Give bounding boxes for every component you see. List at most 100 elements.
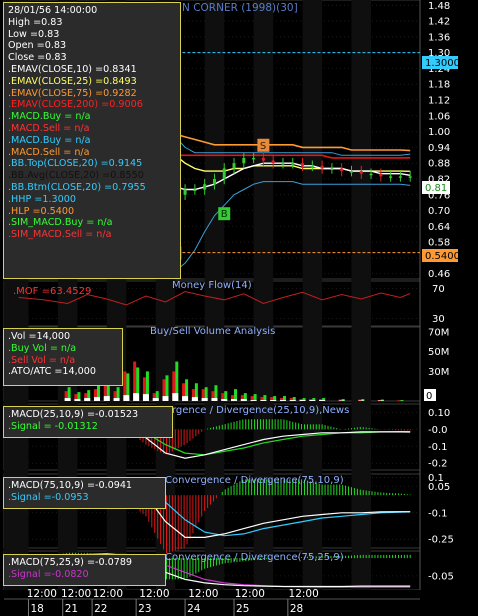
price-tick-9: 0.94 bbox=[428, 143, 450, 154]
x-time-label-6: 12:00 bbox=[289, 588, 319, 600]
candle-body-31 bbox=[379, 173, 383, 177]
macd1-info-box: .MACD(25,10,9) =-0.01523 .Signal = -0.013… bbox=[3, 406, 173, 438]
ato-volume-bar-10 bbox=[162, 396, 169, 401]
macd3-info-line-0: .MACD(75,25,9) =-0.0789 bbox=[8, 557, 133, 568]
macd3-tick-3: -0.2 bbox=[428, 459, 448, 470]
price-info-line-3: Open =0.83 bbox=[8, 40, 67, 52]
candle-body-25 bbox=[320, 165, 324, 169]
price-info-line-1: High =0.83 bbox=[8, 16, 63, 28]
candle-body-32 bbox=[389, 176, 393, 178]
price-tick-2: 1.36 bbox=[428, 32, 450, 43]
candle-body-15 bbox=[222, 168, 226, 179]
ato-volume-bar-19 bbox=[250, 400, 257, 401]
macd4-tick-3: -0.25 bbox=[428, 535, 454, 546]
price-info-line-8: .EMAV(CLOSE,200) =0.9006 bbox=[8, 99, 143, 111]
macd3-info-line-1: .Signal =-0.0820 bbox=[8, 568, 89, 580]
hlp-badge-label: 0.5400 bbox=[425, 251, 460, 262]
price-tick-1: 1.42 bbox=[428, 17, 450, 28]
price-info-line-11: .MACD.Buy = n/a bbox=[8, 134, 91, 146]
macd5-tick-0: -0.05 bbox=[428, 571, 454, 582]
price-tick-5: 1.18 bbox=[428, 80, 450, 91]
signal-label-4: S bbox=[260, 141, 266, 152]
volume-info-line-2: .Sell Vol = n/a bbox=[8, 354, 76, 366]
last-price-badge-label: 0.81 bbox=[425, 183, 447, 194]
ato-volume-bar-12 bbox=[182, 396, 189, 401]
x-time-label-0: 12:00 bbox=[27, 588, 57, 600]
mfi-readout: .MOF =63.4529 bbox=[13, 286, 91, 297]
mfi-tick-1: 30 bbox=[432, 314, 445, 325]
ato-volume-bar-7 bbox=[133, 393, 140, 401]
ato-volume-bar-8 bbox=[142, 394, 149, 401]
x-time-label-2: 12:00 bbox=[93, 588, 123, 600]
ato-volume-bar-2 bbox=[84, 398, 91, 401]
volume-info-box: .Vol =14,000 .Buy Vol = n/a .Sell Vol = n/… bbox=[3, 328, 123, 386]
price-info-line-13: .BB.Top(CLOSE,20) =0.9145 bbox=[8, 158, 143, 170]
ato-volume-bar-25 bbox=[309, 400, 316, 401]
ato-volume-bar-0 bbox=[64, 398, 71, 401]
volume-info-line-3: .ATO/ATC =14,000 bbox=[8, 366, 96, 378]
candle-body-23 bbox=[301, 163, 305, 166]
price-info-line-18: .SIM_MACD.Buy = n/a bbox=[8, 217, 113, 229]
ato-volume-bar-22 bbox=[279, 400, 286, 401]
volume-title: Buy/Sell Volume Analysis bbox=[150, 326, 275, 337]
price-tick-17: 0.46 bbox=[428, 269, 450, 280]
price-tick-14: 0.64 bbox=[428, 222, 450, 233]
money-flow-title: Money Flow(14) bbox=[172, 280, 252, 291]
ato-volume-bar-11 bbox=[172, 393, 179, 401]
candle-body-21 bbox=[281, 163, 285, 165]
ato-volume-bar-20 bbox=[260, 400, 267, 401]
candle-body-24 bbox=[310, 165, 314, 168]
candle-body-30 bbox=[369, 173, 373, 176]
price-info-line-19: .SIM_MACD.Sell = n/a bbox=[8, 229, 112, 241]
x-day-label-3: 23 bbox=[138, 603, 151, 615]
x-day-label-2: 22 bbox=[94, 603, 107, 615]
ato-volume-bar-14 bbox=[201, 398, 208, 401]
price-info-line-14: .BB.Avg(CLOSE,20) =0.8550 bbox=[8, 170, 144, 182]
candle-body-27 bbox=[340, 168, 344, 172]
ato-volume-bar-4 bbox=[103, 396, 110, 401]
x-day-label-4: 24 bbox=[187, 603, 201, 615]
volume-tick-0: 70M bbox=[428, 327, 449, 338]
macd2-info-line-1: .Signal =-0.0953 bbox=[8, 491, 89, 503]
macd3-tick-1: -0.0 bbox=[428, 425, 448, 436]
ato-volume-bar-5 bbox=[113, 398, 120, 401]
candle-body-13 bbox=[203, 184, 207, 190]
macd1-info-line-1: .Signal = -0.01312 bbox=[8, 420, 98, 432]
macd3-info-box: .MACD(75,25,9) =-0.0789 .Signal =-0.0820 bbox=[3, 554, 166, 586]
ato-volume-bar-16 bbox=[221, 399, 228, 401]
buy-volume-bar-19 bbox=[253, 394, 257, 401]
macd3-title: Convergence / Divergence(75,25,9) bbox=[165, 552, 344, 563]
chart-title-fragment: N CORNER (1998)(30] bbox=[182, 2, 298, 14]
price-info-box: 28/01/56 14:00:00 High =0.83 Low =0.83 Open… bbox=[3, 2, 181, 279]
ato-volume-bar-6 bbox=[123, 395, 130, 401]
session-band-5 bbox=[253, 0, 274, 598]
candle-body-26 bbox=[330, 168, 334, 170]
signal-label-3: B bbox=[221, 209, 228, 220]
x-day-label-1: 21 bbox=[65, 603, 78, 615]
macd3-tick-0: 0.10 bbox=[428, 408, 450, 419]
price-tick-0: 1.48 bbox=[428, 1, 450, 12]
volume-info-line-0: .Vol =14,000 bbox=[8, 331, 71, 342]
price-info-line-5: .EMAV(CLOSE,10) =0.8341 bbox=[8, 63, 137, 75]
price-info-line-16: .HHP =1.3000 bbox=[8, 193, 76, 205]
price-tick-13: 0.70 bbox=[428, 206, 450, 217]
price-info-line-15: .BB.Btm(CLOSE,20) =0.7955 bbox=[8, 181, 146, 193]
candle-body-19 bbox=[261, 157, 265, 161]
macd2-info-box: .MACD(75,10,9) =-0.0941 .Signal =-0.0953 bbox=[3, 477, 166, 509]
x-time-label-1: 12:00 bbox=[61, 588, 91, 600]
price-info-line-0: 28/01/56 14:00:00 bbox=[8, 5, 98, 16]
price-info-line-10: .MACD.Sell = n/a bbox=[8, 122, 90, 134]
price-tick-8: 1.00 bbox=[428, 127, 450, 138]
price-tick-10: 0.88 bbox=[428, 159, 450, 170]
candle-body-20 bbox=[271, 160, 275, 164]
price-info-line-12: .MACD.Sell = n/a bbox=[8, 146, 90, 158]
candle-body-34 bbox=[408, 176, 412, 178]
ato-volume-bar-15 bbox=[211, 398, 218, 401]
macd3-tick-2: -0.1 bbox=[428, 442, 448, 453]
candle-body-12 bbox=[193, 189, 197, 192]
ato-volume-bar-17 bbox=[231, 399, 238, 401]
macd2-title: Convergence / Divergence(75,10,9) bbox=[165, 475, 344, 486]
price-info-line-9: .MACD.Buy = n/a bbox=[8, 111, 91, 123]
ato-volume-bar-1 bbox=[74, 399, 81, 401]
buy-volume-bar-30 bbox=[400, 400, 404, 401]
